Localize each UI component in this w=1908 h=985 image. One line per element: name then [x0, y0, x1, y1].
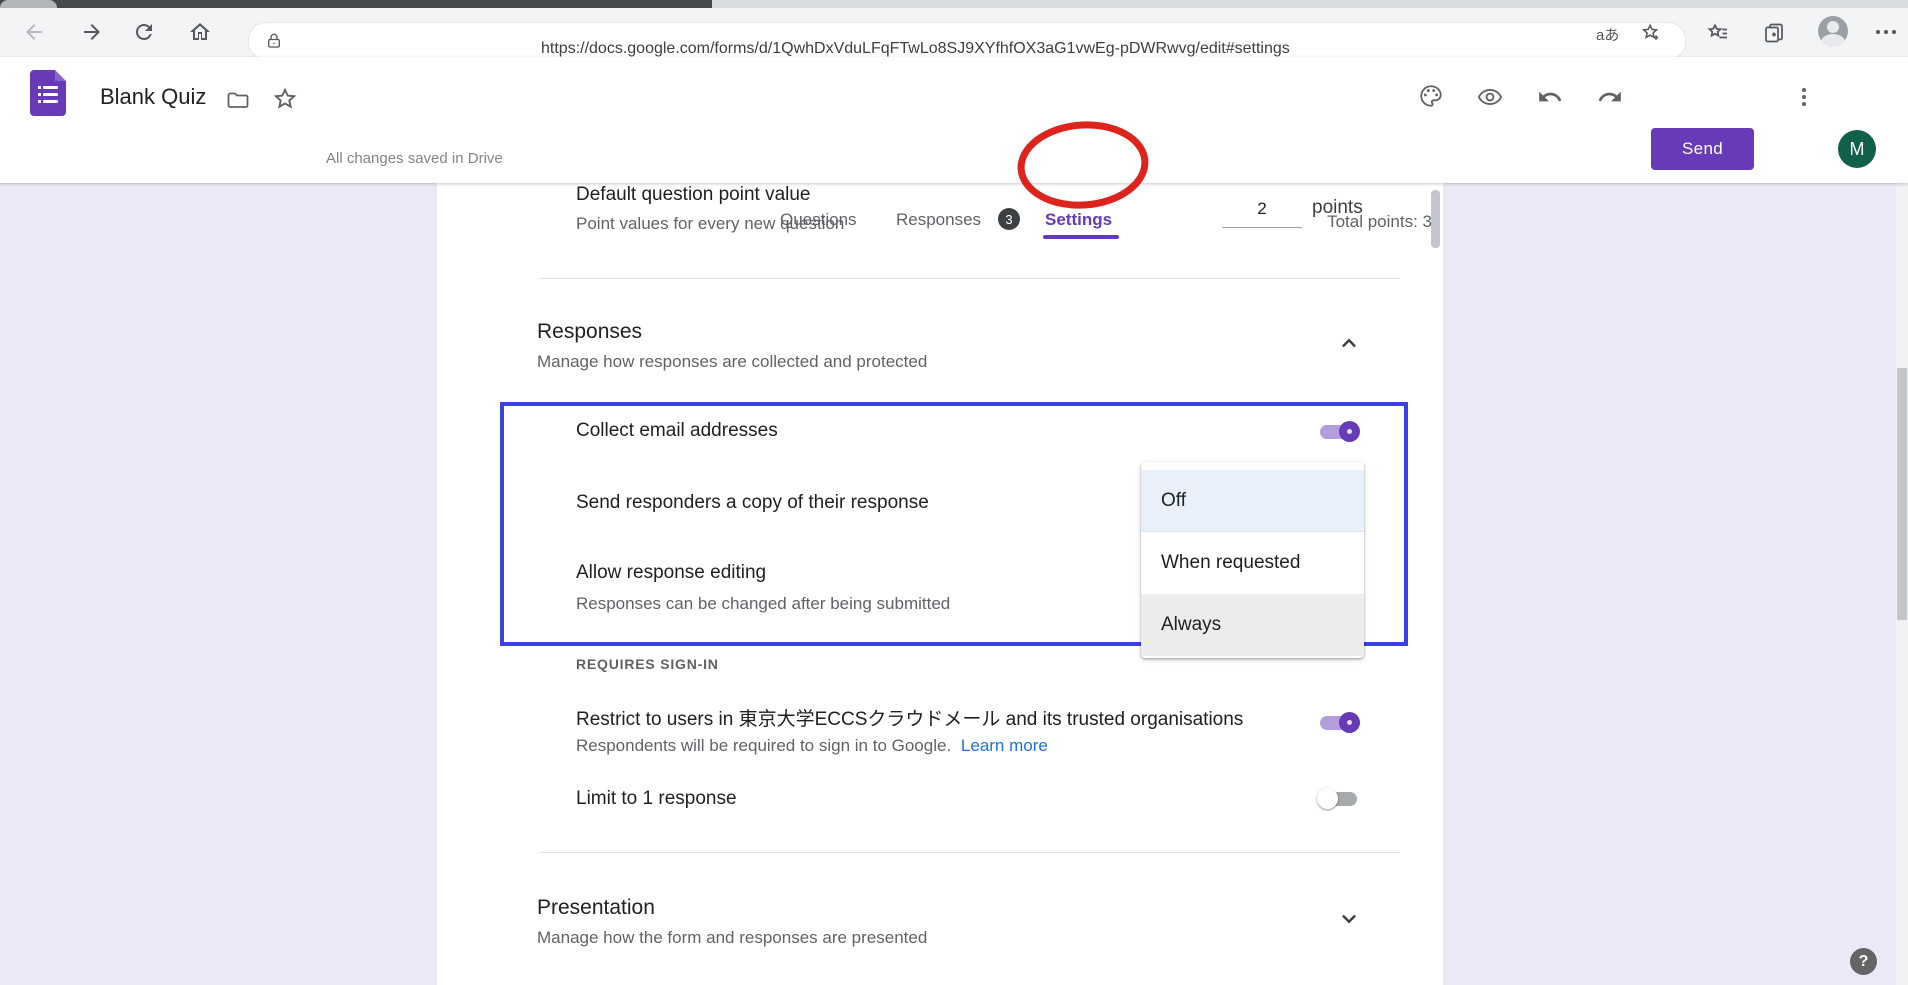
browser-tab[interactable]: [0, 0, 57, 8]
browser-menu-icon[interactable]: [1876, 20, 1896, 44]
presentation-section-subtitle: Manage how the form and responses are pr…: [537, 928, 927, 948]
send-copy-label: Send responders a copy of their response: [576, 492, 929, 514]
window-top-strip-dark: [0, 0, 712, 8]
limit-response-toggle[interactable]: [1320, 788, 1357, 809]
palette-icon[interactable]: [1418, 83, 1442, 107]
send-button[interactable]: Send: [1651, 128, 1754, 170]
reload-icon[interactable]: [132, 20, 156, 44]
allow-editing-subtitle: Responses can be changed after being sub…: [576, 594, 950, 614]
browser-toolbar: https://docs.google.com/forms/d/1QwhDxVd…: [0, 8, 1908, 58]
total-points: Total points: 3: [1290, 212, 1432, 232]
forms-header: Blank Quiz All changes saved in Drive: [0, 57, 1908, 183]
collect-email-label: Collect email addresses: [576, 420, 778, 442]
card-scrollbar-thumb[interactable]: [1431, 190, 1440, 248]
chevron-down-icon[interactable]: [1336, 906, 1362, 932]
undo-icon[interactable]: [1537, 84, 1561, 108]
presentation-section-title: Presentation: [537, 896, 655, 920]
help-icon[interactable]: ?: [1850, 948, 1877, 975]
active-tab-underline: [1043, 235, 1119, 239]
section-divider: [539, 278, 1400, 279]
send-copy-dropdown: Off When requested Always: [1141, 462, 1364, 658]
profile-icon[interactable]: [1818, 16, 1848, 46]
favorites-icon[interactable]: [1706, 21, 1730, 45]
account-avatar[interactable]: M: [1838, 130, 1876, 168]
responses-count-badge: 3: [998, 208, 1020, 230]
dropdown-option-off[interactable]: Off: [1141, 470, 1364, 532]
chevron-up-icon[interactable]: [1336, 330, 1362, 356]
url-bar[interactable]: https://docs.google.com/forms/d/1QwhDxVd…: [248, 22, 1686, 60]
restrict-toggle[interactable]: [1320, 712, 1357, 733]
requires-signin-label: REQUIRES SIGN-IN: [576, 656, 719, 672]
collect-email-toggle[interactable]: [1320, 421, 1357, 442]
translate-icon[interactable]: aあ: [1596, 24, 1619, 45]
allow-editing-label: Allow response editing: [576, 562, 766, 584]
default-points-title: Default question point value: [576, 184, 811, 206]
back-icon[interactable]: [22, 20, 46, 44]
forms-logo-icon[interactable]: [30, 70, 66, 116]
tab-questions[interactable]: Questions: [780, 210, 857, 230]
forward-icon[interactable]: [80, 20, 104, 44]
scrollbar-thumb[interactable]: [1897, 368, 1907, 620]
responses-section-subtitle: Manage how responses are collected and p…: [537, 352, 927, 372]
responses-section-title: Responses: [537, 320, 642, 344]
home-icon[interactable]: [188, 20, 212, 44]
kebab-menu-icon[interactable]: [1792, 84, 1816, 110]
redo-icon[interactable]: [1597, 84, 1621, 108]
restrict-subtitle-text: Respondents will be required to sign in …: [576, 736, 951, 755]
preview-eye-icon[interactable]: [1477, 84, 1501, 108]
document-title[interactable]: Blank Quiz: [100, 84, 206, 110]
save-status: All changes saved in Drive: [326, 150, 503, 167]
folder-icon[interactable]: [226, 88, 250, 112]
add-favorite-icon[interactable]: [1640, 22, 1664, 46]
star-icon[interactable]: [272, 86, 296, 110]
tab-settings[interactable]: Settings: [1045, 210, 1112, 230]
tab-responses[interactable]: Responses: [896, 210, 981, 230]
restrict-label: Restrict to users in 東京大学ECCSクラウドメール and…: [576, 704, 1243, 731]
collections-icon[interactable]: [1762, 21, 1786, 45]
dropdown-option-when-requested[interactable]: When requested: [1141, 532, 1364, 594]
dropdown-option-always[interactable]: Always: [1141, 594, 1364, 656]
screen: https://docs.google.com/forms/d/1QwhDxVd…: [0, 0, 1908, 985]
lock-icon[interactable]: [265, 31, 283, 51]
learn-more-link[interactable]: Learn more: [961, 736, 1048, 755]
restrict-subtitle: Respondents will be required to sign in …: [576, 736, 1048, 756]
limit-response-label: Limit to 1 response: [576, 788, 737, 810]
section-divider: [539, 852, 1400, 853]
